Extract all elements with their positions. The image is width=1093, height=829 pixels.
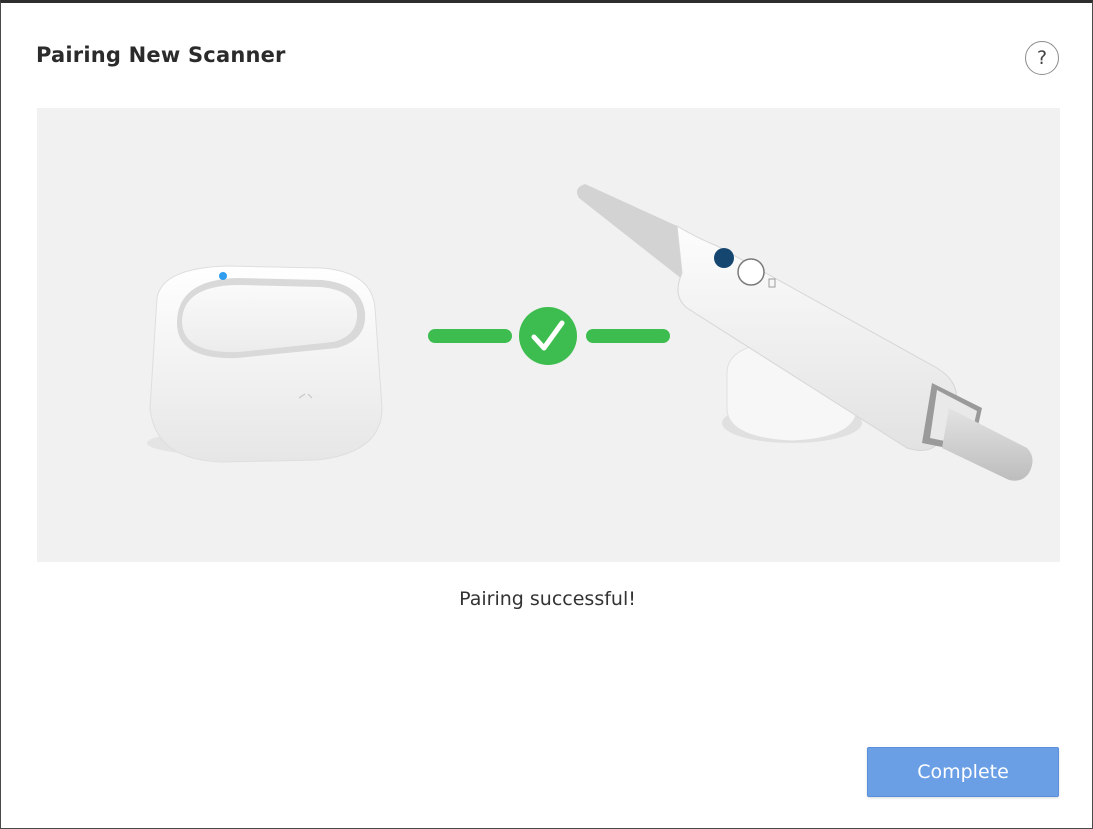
pairing-status-message: Pairing successful! (459, 588, 636, 610)
pairing-illustration (37, 108, 1060, 562)
connection-indicator (428, 307, 670, 365)
help-button[interactable]: ? (1025, 41, 1059, 75)
hub-device-image (147, 265, 383, 463)
complete-button[interactable]: Complete (867, 747, 1059, 797)
pairing-dialog: Pairing New Scanner ? Pairing successful… (0, 0, 1093, 829)
dialog-title: Pairing New Scanner (36, 43, 286, 67)
help-icon: ? (1036, 46, 1048, 69)
